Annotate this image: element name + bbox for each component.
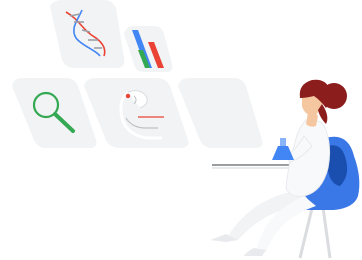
illustration-svg: [12, 0, 360, 259]
panel-search: [12, 78, 97, 148]
panel-lab: [84, 78, 189, 148]
illustration-stage: [0, 0, 362, 260]
flask-icon: [272, 138, 294, 160]
panel-chart: [124, 26, 173, 72]
panel-dna: [50, 0, 125, 68]
panel-blank: [178, 78, 263, 148]
